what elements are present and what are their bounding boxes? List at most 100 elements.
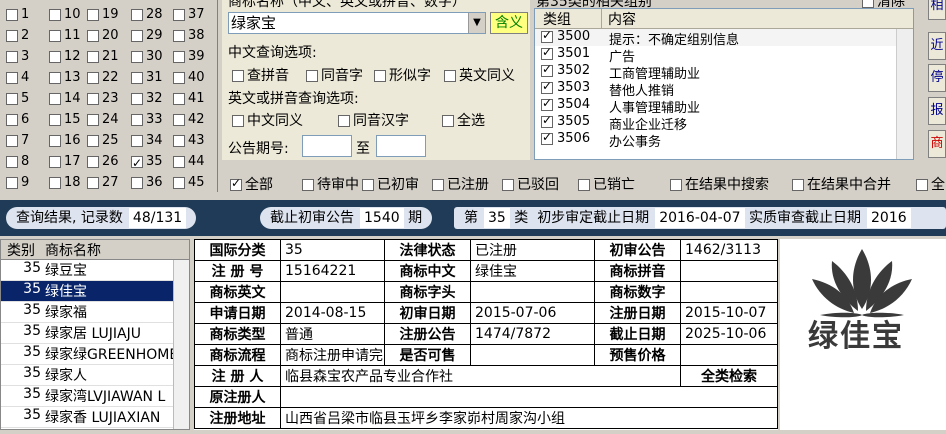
search-in-results-checkbox[interactable] <box>670 179 682 191</box>
class-checkbox[interactable] <box>87 113 99 126</box>
chevron-down-icon[interactable]: ▼ <box>468 13 485 33</box>
class-checkbox[interactable] <box>49 134 61 147</box>
class-checkbox[interactable] <box>173 8 185 21</box>
class-checkbox[interactable] <box>6 92 18 105</box>
related-group-row[interactable]: 3500提示：不确定组别信息 <box>535 28 913 48</box>
filter-rejected[interactable]: 已驳回 <box>502 174 559 194</box>
result-row[interactable]: 35 绿家居 LUJIAJU <box>1 323 189 344</box>
class-checkbox[interactable] <box>131 8 143 21</box>
clear-checkbox[interactable] <box>862 0 874 8</box>
group-checkbox[interactable] <box>541 96 553 111</box>
filter-pending[interactable]: 待审中 <box>302 174 359 194</box>
trademark-name-input[interactable]: 绿家宝 ▼ <box>228 12 486 34</box>
group-checkbox[interactable] <box>541 79 553 94</box>
group-checkbox[interactable] <box>541 62 553 77</box>
result-row[interactable]: 35 绿豆宝 <box>1 260 189 281</box>
class-checkbox[interactable] <box>173 134 185 147</box>
class-checkbox[interactable] <box>131 176 143 189</box>
class-checkbox[interactable] <box>173 176 185 189</box>
class-16-option[interactable]: 16 <box>49 130 81 151</box>
class-13-option[interactable]: 13 <box>49 67 81 88</box>
class-18-option[interactable]: 18 <box>49 172 81 193</box>
filter-all[interactable]: 全部 <box>230 174 273 194</box>
cn-option-en-synonym[interactable]: 英文同义 <box>444 65 515 85</box>
class-3-option[interactable]: 3 <box>6 46 29 67</box>
class-2-option[interactable]: 2 <box>6 25 29 46</box>
filter-registered-checkbox[interactable] <box>432 179 444 191</box>
class-checkbox[interactable] <box>131 92 143 105</box>
class-checkbox[interactable] <box>131 113 143 126</box>
class-7-option[interactable]: 7 <box>6 130 29 151</box>
class-checkbox[interactable] <box>6 134 18 147</box>
class-29-option[interactable]: 29 <box>131 25 163 46</box>
right-button-1[interactable]: 相 <box>928 0 946 20</box>
related-group-row[interactable]: 3502工商管理辅助业 <box>535 62 913 82</box>
filter-pending-checkbox[interactable] <box>302 179 314 191</box>
class-checkbox[interactable] <box>87 8 99 21</box>
class-checkbox[interactable] <box>131 29 143 42</box>
homophone-checkbox[interactable] <box>306 70 318 82</box>
en-synonym-checkbox[interactable] <box>444 70 456 82</box>
class-28-option[interactable]: 28 <box>131 4 163 25</box>
group-checkbox[interactable] <box>541 130 553 145</box>
class-checkbox[interactable] <box>49 176 61 189</box>
class-checkbox[interactable] <box>87 134 99 147</box>
result-row[interactable]: 35 绿家湾LVJIAWAN L <box>1 386 189 407</box>
class-checkbox[interactable] <box>87 92 99 105</box>
cn-option-pinyin[interactable]: 查拼音 <box>232 65 289 85</box>
merge-in-results-checkbox[interactable] <box>792 179 804 191</box>
class-25-option[interactable]: 25 <box>87 130 119 151</box>
class-45-option[interactable]: 45 <box>173 172 205 193</box>
class-checkbox[interactable] <box>173 29 185 42</box>
class-checkbox[interactable] <box>87 176 99 189</box>
class-checkbox[interactable] <box>49 8 61 21</box>
class-10-option[interactable]: 10 <box>49 4 81 25</box>
filter-registered[interactable]: 已注册 <box>432 174 489 194</box>
filter-all-checkbox[interactable] <box>230 176 242 191</box>
related-group-row[interactable]: 3503替他人推销 <box>535 79 913 99</box>
filter-extra-checkbox[interactable] <box>916 179 928 191</box>
select-all-checkbox[interactable] <box>442 115 454 127</box>
related-group-row[interactable]: 3506 办公事务 <box>535 130 913 150</box>
class-checkbox[interactable] <box>6 29 18 42</box>
cn-synonym-checkbox[interactable] <box>232 115 244 127</box>
result-row[interactable]: 35 绿家人 <box>1 365 189 386</box>
class-checkbox[interactable] <box>6 155 18 168</box>
similar-shape-checkbox[interactable] <box>374 70 386 82</box>
class-checkbox[interactable] <box>49 92 61 105</box>
related-group-row[interactable]: 3505商业企业迁移 <box>535 113 913 133</box>
class-checkbox[interactable] <box>49 71 61 84</box>
class-12-option[interactable]: 12 <box>49 46 81 67</box>
filter-rejected-checkbox[interactable] <box>502 179 514 191</box>
class-checkbox[interactable] <box>87 71 99 84</box>
result-list-scrollbar[interactable] <box>173 260 189 429</box>
class-11-option[interactable]: 11 <box>49 25 81 46</box>
homophone-hanzi-checkbox[interactable] <box>338 115 350 127</box>
class-23-option[interactable]: 23 <box>87 88 119 109</box>
class-1-option[interactable]: 1 <box>6 4 29 25</box>
filter-extra[interactable]: 全 <box>916 174 945 194</box>
class-checkbox[interactable] <box>131 153 143 174</box>
class-21-option[interactable]: 21 <box>87 46 119 67</box>
class-8-option[interactable]: 8 <box>6 151 29 172</box>
class-34-option[interactable]: 34 <box>131 130 163 151</box>
class-44-option[interactable]: 44 <box>173 151 205 172</box>
class-36-option[interactable]: 36 <box>131 172 163 193</box>
class-checkbox[interactable] <box>87 155 99 168</box>
en-option-cn-synonym[interactable]: 中文同义 <box>232 110 303 130</box>
class-15-option[interactable]: 15 <box>49 109 81 130</box>
related-group-row[interactable]: 3504人事管理辅助业 <box>535 96 913 116</box>
class-checkbox[interactable] <box>173 92 185 105</box>
class-checkbox[interactable] <box>131 50 143 63</box>
class-19-option[interactable]: 19 <box>87 4 119 25</box>
class-checkbox[interactable] <box>131 134 143 147</box>
class-22-option[interactable]: 22 <box>87 67 119 88</box>
cn-option-homophone[interactable]: 同音字 <box>306 65 363 85</box>
class-checkbox[interactable] <box>6 176 18 189</box>
class-checkbox[interactable] <box>6 50 18 63</box>
meaning-button[interactable]: 含义 <box>490 12 528 34</box>
class-38-option[interactable]: 38 <box>173 25 205 46</box>
result-row[interactable]: 35 绿家绿GREENHOME <box>1 344 189 365</box>
related-groups-scrollbar[interactable] <box>896 29 913 159</box>
bulletin-to-input[interactable] <box>376 135 426 157</box>
